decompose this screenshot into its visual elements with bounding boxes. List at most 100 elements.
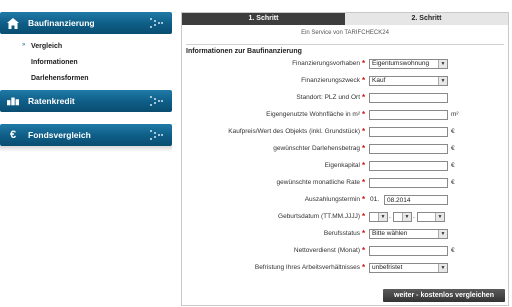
select-finanzierungsvorhaben[interactable]: Eigentumswohnung ▼	[369, 59, 448, 69]
select-befristung[interactable]: unbefristet ▼	[369, 263, 448, 273]
label-eigenkapital: Eigenkapital	[324, 162, 360, 169]
label-berufsstatus: Berufsstatus	[323, 230, 360, 237]
select-finanzierungszweck[interactable]: Kauf ▼	[369, 76, 448, 86]
label-kaufpreis: Kaufpreis/Wert des Objekts (inkl. Grunds…	[228, 128, 360, 135]
unit-euro: €	[451, 145, 455, 152]
select-birth-year[interactable]: ▼	[417, 212, 445, 222]
label-auszahlungstermin: Auszahlungstermin	[304, 196, 360, 203]
select-value: Bitte wählen	[372, 230, 408, 237]
coins-icon	[7, 95, 19, 107]
row-kaufpreis: Kaufpreis/Wert des Objekts (inkl. Grunds…	[182, 127, 510, 139]
label-nettoverdienst: Nettoverdienst (Monat)	[293, 247, 360, 254]
row-finanzierungszweck: Finanzierungszweck * Kauf ▼	[182, 76, 510, 88]
dots-icon	[150, 18, 164, 28]
service-note: Ein Service von TARIFCHECK24	[301, 30, 389, 36]
select-value: Kauf	[372, 77, 386, 84]
required-marker: *	[362, 212, 366, 221]
label-wohnflaeche: Eigengenutzte Wohnfläche in m²	[266, 111, 360, 118]
required-marker: *	[362, 93, 366, 102]
label-finanzierungsvorhaben: Finanzierungsvorhaben	[292, 60, 360, 67]
chevron-down-icon: ▼	[438, 264, 447, 272]
step-tabs: 1. Schritt 2. Schritt	[182, 13, 508, 25]
dots-icon	[150, 96, 164, 106]
select-birth-day[interactable]: ▼	[369, 212, 388, 222]
financing-form-panel: 1. Schritt 2. Schritt Ein Service von TA…	[181, 12, 509, 306]
sidebar-shadow	[0, 146, 172, 152]
required-marker: *	[362, 76, 366, 85]
tab-step-1[interactable]: 1. Schritt	[182, 13, 345, 25]
chevron-down-icon: ▼	[438, 60, 447, 68]
required-marker: *	[362, 59, 366, 68]
input-standort[interactable]	[369, 93, 448, 103]
label-darlehensbetrag: gewünschter Darlehensbetrag	[273, 145, 360, 152]
select-berufsstatus[interactable]: Bitte wählen ▼	[369, 229, 448, 239]
dots-icon	[150, 130, 164, 140]
date-separator: .	[413, 213, 415, 220]
required-marker: *	[362, 263, 366, 272]
required-marker: *	[362, 229, 366, 238]
required-marker: *	[362, 246, 366, 255]
input-eigenkapital[interactable]	[369, 161, 448, 171]
select-value: Eigentumswohnung	[372, 60, 430, 67]
sidebar-item-fondsvergleich[interactable]: € Fondsvergleich	[0, 124, 172, 146]
chevron-down-icon: ▼	[378, 213, 387, 221]
select-value: unbefristet	[372, 264, 403, 271]
sidebar-item-label: Ratenkredit	[28, 96, 75, 106]
tab-step-2[interactable]: 2. Schritt	[345, 13, 508, 25]
chevron-down-icon: ▼	[402, 213, 411, 221]
required-marker: *	[362, 127, 366, 136]
required-marker: *	[362, 195, 366, 204]
label-befristung: Befristung Ihres Arbeitsverhältnisses	[254, 264, 360, 271]
sidebar-subitem-vergleich[interactable]: Vergleich	[31, 43, 62, 50]
sidebar-item-label: Fondsvergleich	[28, 130, 91, 140]
unit-euro: €	[451, 162, 455, 169]
row-berufsstatus: Berufsstatus * Bitte wählen ▼	[182, 229, 510, 241]
unit-euro: €	[451, 128, 455, 135]
row-eigenkapital: Eigenkapital * €	[182, 161, 510, 173]
row-finanzierungsvorhaben: Finanzierungsvorhaben * Eigentumswohnung…	[182, 59, 510, 71]
chevron-down-icon: ▼	[438, 230, 447, 238]
unit-m2: m²	[451, 111, 459, 118]
input-kaufpreis[interactable]	[369, 127, 448, 137]
input-wohnflaeche[interactable]	[369, 110, 448, 120]
house-icon	[7, 17, 19, 29]
sidebar: Baufinanzierung » Vergleich Informatione…	[0, 0, 172, 160]
select-birth-month[interactable]: ▼	[393, 212, 412, 222]
section-title: Informationen zur Baufinanzierung	[186, 44, 504, 55]
label-standort: Standort: PLZ und Ort	[296, 94, 360, 101]
date-prefix: 01.	[370, 196, 380, 203]
chevron-down-icon: ▼	[435, 213, 444, 221]
euro-icon: €	[9, 129, 17, 141]
sidebar-item-baufinanzierung[interactable]: Baufinanzierung	[0, 12, 172, 34]
input-monatliche-rate[interactable]	[369, 178, 448, 188]
row-standort: Standort: PLZ und Ort *	[182, 93, 510, 105]
input-auszahlungstermin[interactable]	[384, 195, 448, 205]
row-geburtsdatum: Geburtsdatum (TT.MM.JJJJ) * ▼ . ▼ . ▼	[182, 212, 510, 224]
required-marker: *	[362, 144, 366, 153]
sidebar-item-label: Baufinanzierung	[28, 18, 95, 28]
required-marker: *	[362, 161, 366, 170]
row-nettoverdienst: Nettoverdienst (Monat) * €	[182, 246, 510, 258]
label-finanzierungszweck: Finanzierungszweck	[301, 77, 360, 84]
bullet-icon: »	[22, 42, 26, 48]
submit-button[interactable]: weiter - kostenlos vergleichen	[383, 289, 505, 302]
input-nettoverdienst[interactable]	[369, 246, 448, 256]
label-geburtsdatum: Geburtsdatum (TT.MM.JJJJ)	[278, 213, 360, 220]
row-auszahlungstermin: Auszahlungstermin * 01.	[182, 195, 510, 207]
row-darlehensbetrag: gewünschter Darlehensbetrag * €	[182, 144, 510, 156]
date-separator: .	[389, 213, 391, 220]
row-befristung: Befristung Ihres Arbeitsverhältnisses * …	[182, 263, 510, 275]
chevron-down-icon: ▼	[438, 77, 447, 85]
unit-euro: €	[451, 247, 455, 254]
row-wohnflaeche: Eigengenutzte Wohnfläche in m² * m²	[182, 110, 510, 122]
input-darlehensbetrag[interactable]	[369, 144, 448, 154]
sidebar-subitem-darlehensformen[interactable]: Darlehensformen	[31, 75, 89, 82]
required-marker: *	[362, 110, 366, 119]
label-monatliche-rate: gewünschte monatliche Rate	[276, 179, 360, 186]
required-marker: *	[362, 178, 366, 187]
sidebar-item-ratenkredit[interactable]: Ratenkredit	[0, 90, 172, 112]
sidebar-submenu: » Vergleich Informationen Darlehensforme…	[0, 35, 172, 85]
sidebar-subitem-informationen[interactable]: Informationen	[31, 59, 78, 66]
row-monatliche-rate: gewünschte monatliche Rate * €	[182, 178, 510, 190]
unit-euro: €	[451, 179, 455, 186]
